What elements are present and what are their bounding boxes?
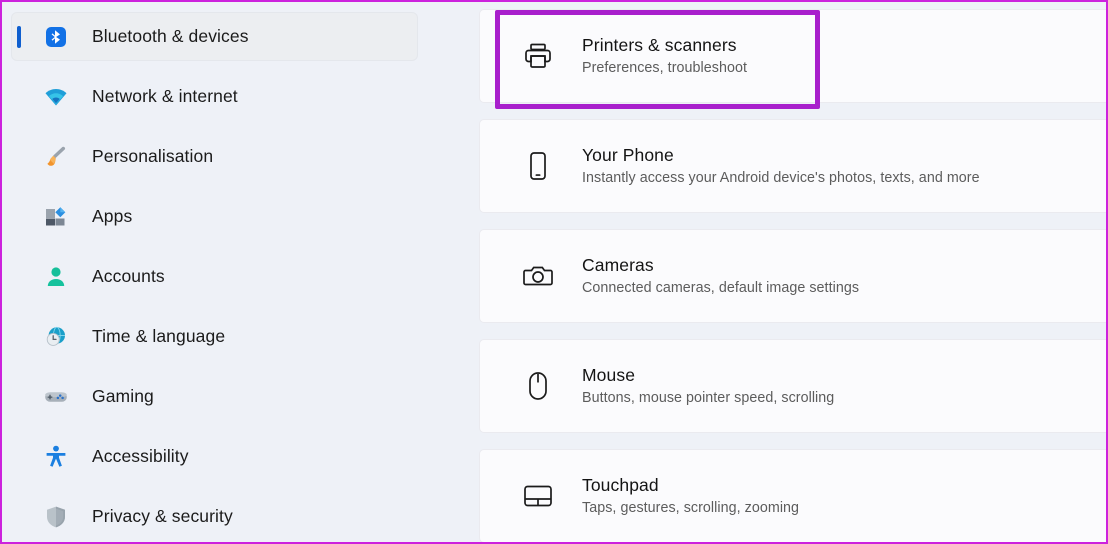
card-title: Your Phone: [582, 145, 674, 166]
sidebar-item-label: Network & internet: [92, 86, 238, 106]
settings-sidebar: Bluetooth & devices Network & internet P…: [2, 2, 472, 542]
sidebar-item-label: Privacy & security: [92, 506, 233, 526]
card-text: Mouse Buttons, mouse pointer speed, scro…: [582, 364, 834, 408]
card-title: Mouse: [582, 365, 636, 386]
touchpad-icon: [521, 479, 555, 513]
sidebar-item-privacy-security[interactable]: Privacy & security: [12, 493, 417, 540]
sidebar-item-apps[interactable]: Apps: [12, 193, 417, 240]
card-subtitle: Instantly access your Android device's p…: [582, 169, 980, 186]
phone-icon: [521, 149, 555, 183]
card-subtitle: Preferences, troubleshoot: [582, 59, 747, 76]
card-text: Your Phone Instantly access your Android…: [582, 144, 980, 188]
sidebar-item-personalisation[interactable]: Personalisation: [12, 133, 417, 180]
sidebar-item-accessibility[interactable]: Accessibility: [12, 433, 417, 480]
sidebar-item-accounts[interactable]: Accounts: [12, 253, 417, 300]
card-title: Touchpad: [582, 475, 659, 496]
sidebar-item-network-internet[interactable]: Network & internet: [12, 73, 417, 120]
apps-icon: [42, 203, 70, 231]
card-your-phone[interactable]: Your Phone Instantly access your Android…: [479, 119, 1106, 213]
sidebar-item-time-language[interactable]: Time & language: [12, 313, 417, 360]
settings-window: Bluetooth & devices Network & internet P…: [0, 0, 1108, 544]
card-text: Printers & scanners Preferences, trouble…: [582, 34, 747, 78]
card-touchpad[interactable]: Touchpad Taps, gestures, scrolling, zoom…: [479, 449, 1106, 542]
sidebar-item-label: Accessibility: [92, 446, 189, 466]
card-title: Printers & scanners: [582, 35, 737, 56]
card-text: Touchpad Taps, gestures, scrolling, zoom…: [582, 474, 799, 518]
accessibility-icon: [42, 443, 70, 471]
person-icon: [42, 263, 70, 291]
wifi-icon: [42, 83, 70, 111]
shield-icon: [42, 503, 70, 531]
camera-icon: [521, 259, 555, 293]
selected-accent-bar: [17, 25, 21, 48]
paintbrush-icon: [42, 143, 70, 171]
card-title: Cameras: [582, 255, 654, 276]
mouse-icon: [521, 369, 555, 403]
card-subtitle: Connected cameras, default image setting…: [582, 279, 860, 296]
sidebar-item-label: Bluetooth & devices: [92, 26, 249, 46]
printer-icon: [521, 39, 555, 73]
clock-globe-icon: [42, 323, 70, 351]
card-text: Cameras Connected cameras, default image…: [582, 254, 859, 298]
card-subtitle: Buttons, mouse pointer speed, scrolling: [582, 389, 835, 406]
sidebar-item-label: Accounts: [92, 266, 165, 286]
card-cameras[interactable]: Cameras Connected cameras, default image…: [479, 229, 1106, 323]
sidebar-item-label: Personalisation: [92, 146, 214, 166]
card-subtitle: Taps, gestures, scrolling, zooming: [582, 499, 800, 516]
sidebar-item-label: Time & language: [92, 326, 226, 346]
card-printers-scanners[interactable]: Printers & scanners Preferences, trouble…: [479, 9, 1106, 103]
sidebar-item-label: Apps: [92, 206, 133, 226]
gamepad-icon: [42, 383, 70, 411]
sidebar-item-bluetooth-devices[interactable]: Bluetooth & devices: [12, 13, 417, 60]
sidebar-item-label: Gaming: [92, 386, 154, 406]
bluetooth-icon: [42, 23, 70, 51]
sidebar-item-gaming[interactable]: Gaming: [12, 373, 417, 420]
device-settings-list: Printers & scanners Preferences, trouble…: [472, 2, 1106, 542]
card-mouse[interactable]: Mouse Buttons, mouse pointer speed, scro…: [479, 339, 1106, 433]
